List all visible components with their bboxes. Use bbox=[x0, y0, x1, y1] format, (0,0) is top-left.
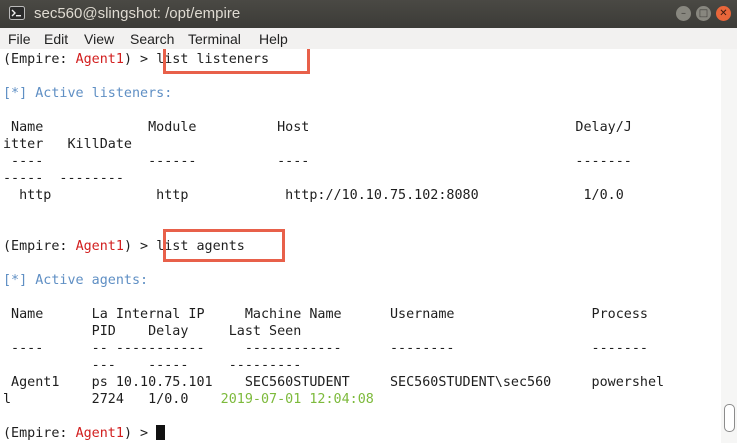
highlight-box bbox=[163, 49, 310, 74]
scrollbar-thumb[interactable] bbox=[724, 404, 735, 432]
menu-view[interactable]: View bbox=[84, 31, 114, 47]
maximize-button[interactable]: □ bbox=[696, 6, 711, 21]
last-seen-value: 2019-07-01 12:04:08 bbox=[220, 392, 374, 407]
menu-file[interactable]: File bbox=[8, 31, 31, 47]
listeners-header: Name Module Host Delay/J bbox=[3, 120, 632, 135]
terminal-output[interactable]: (Empire: Agent1) > list listeners [*] Ac… bbox=[0, 49, 721, 443]
menu-terminal[interactable]: Terminal bbox=[188, 31, 241, 47]
listeners-heading: [*] Active listeners: bbox=[3, 86, 173, 101]
menu-edit[interactable]: Edit bbox=[44, 31, 68, 47]
agents-header: Name La Internal IP Machine Name Usernam… bbox=[3, 307, 648, 322]
listeners-separator-wrap: ----- -------- bbox=[3, 171, 124, 186]
agent-row-wrap: l 2724 1/0.0 2019-07-01 12:04:08 bbox=[3, 392, 374, 407]
highlight-box bbox=[163, 229, 285, 262]
agents-separator-wrap: --- ----- --------- bbox=[3, 358, 302, 373]
menu-help[interactable]: Help bbox=[259, 31, 288, 47]
terminal-app-icon bbox=[9, 6, 25, 20]
window-title: sec560@slingshot: /opt/empire bbox=[34, 5, 241, 22]
listeners-separator: ---- ------ ---- ------- bbox=[3, 154, 632, 169]
terminal-window: sec560@slingshot: /opt/empire – □ ✕ File… bbox=[0, 0, 737, 443]
scrollbar[interactable] bbox=[721, 49, 737, 443]
menu-search[interactable]: Search bbox=[130, 31, 174, 47]
listener-row: http http http://10.10.75.102:8080 1/0.0 bbox=[3, 188, 624, 203]
text-cursor bbox=[156, 425, 166, 440]
prompt-line: (Empire: Agent1) > bbox=[3, 425, 166, 442]
listeners-header-wrap: itter KillDate bbox=[3, 137, 132, 152]
close-button[interactable]: ✕ bbox=[716, 6, 731, 21]
title-bar[interactable]: sec560@slingshot: /opt/empire – □ ✕ bbox=[0, 0, 737, 28]
agents-separator: ---- -- ----------- ------------ -------… bbox=[3, 341, 648, 356]
agent-name: Agent1 bbox=[75, 52, 124, 67]
agents-header-wrap: PID Delay Last Seen bbox=[3, 324, 302, 339]
agent-name: Agent1 bbox=[75, 426, 124, 441]
agents-heading: [*] Active agents: bbox=[3, 273, 149, 288]
minimize-button[interactable]: – bbox=[676, 6, 691, 21]
agent-row: Agent1 ps 10.10.75.101 SEC560STUDENT SEC… bbox=[3, 375, 665, 390]
menu-bar: File Edit View Search Terminal Help bbox=[0, 28, 737, 49]
agent-name: Agent1 bbox=[75, 239, 124, 254]
